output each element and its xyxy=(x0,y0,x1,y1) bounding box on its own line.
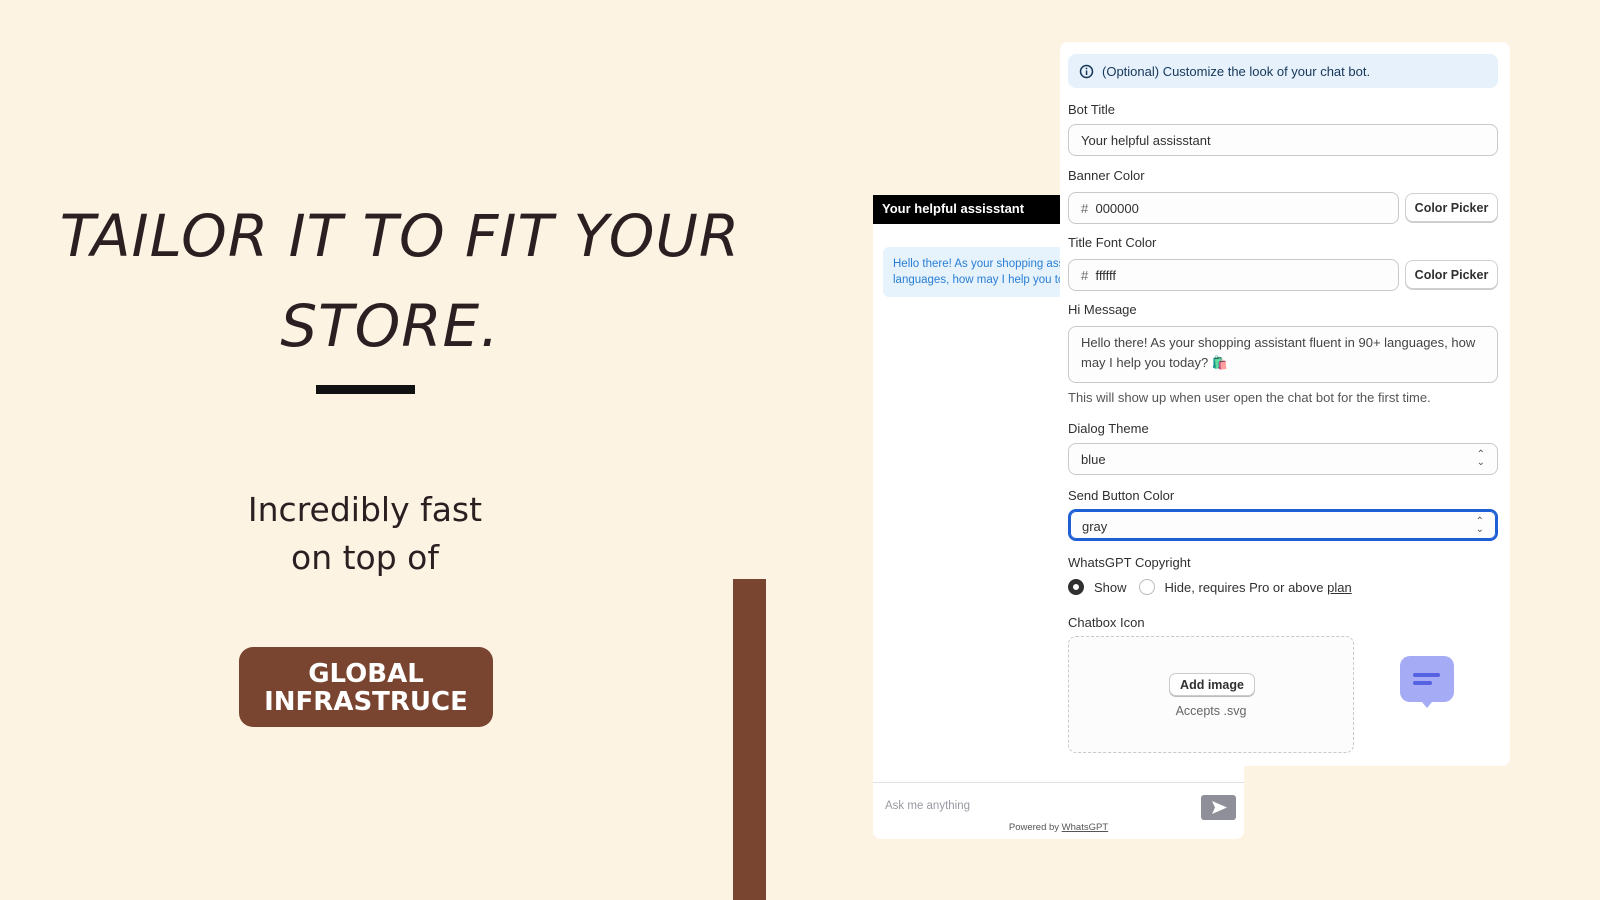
title-font-color-picker-button[interactable]: Color Picker xyxy=(1405,260,1498,289)
send-button[interactable] xyxy=(1201,795,1236,820)
radio-show[interactable] xyxy=(1068,579,1084,595)
dialog-theme-value: blue xyxy=(1081,452,1106,467)
subtitle-line2: on top of xyxy=(291,538,439,577)
chevron-updown-icon: ⌃ ⌄ xyxy=(1476,449,1485,468)
headline-line1: TAILOR IT TO FIT YOUR xyxy=(59,202,741,270)
title-font-color-label: Title Font Color xyxy=(1068,235,1157,250)
plan-link[interactable]: plan xyxy=(1327,580,1352,595)
powered-by-text: Powered by xyxy=(1008,822,1060,833)
decorative-bar xyxy=(733,579,766,900)
dialog-theme-label: Dialog Theme xyxy=(1068,421,1149,436)
chatbox-icon-label: Chatbox Icon xyxy=(1068,615,1145,630)
hash-prefix: # xyxy=(1081,201,1089,216)
hi-message-textarea[interactable]: Hello there! As your shopping assistant … xyxy=(1068,326,1498,383)
chat-input[interactable]: Ask me anything xyxy=(885,800,970,812)
chevron-updown-icon: ⌃ ⌄ xyxy=(1475,516,1484,535)
info-icon xyxy=(1079,64,1094,79)
send-button-color-value: gray xyxy=(1082,519,1108,534)
badge-line1: GLOBAL xyxy=(308,659,424,689)
badge-line2: INFRASTRUCE xyxy=(264,687,468,717)
icon-dropzone[interactable]: Add image Accepts .svg xyxy=(1068,636,1354,753)
headline-line2: STORE. xyxy=(280,292,500,360)
info-banner: (Optional) Customize the look of your ch… xyxy=(1068,54,1498,88)
copyright-label: WhatsGPT Copyright xyxy=(1068,555,1191,570)
radio-show-label[interactable]: Show xyxy=(1094,580,1127,595)
divider xyxy=(873,782,1244,783)
hi-message-label: Hi Message xyxy=(1068,302,1137,317)
hash-prefix: # xyxy=(1081,268,1089,283)
radio-hide[interactable] xyxy=(1138,579,1155,595)
accepts-text: Accepts .svg xyxy=(1175,704,1247,718)
powered-by: Powered by WhatsGPT xyxy=(873,822,1244,833)
send-icon xyxy=(1212,801,1227,814)
settings-panel: (Optional) Customize the look of your ch… xyxy=(1060,42,1510,766)
send-button-color-label: Send Button Color xyxy=(1068,488,1175,503)
copyright-radio-group: Show Hide, requires Pro or above plan xyxy=(1068,579,1352,595)
hi-message-help: This will show up when user open the cha… xyxy=(1068,390,1431,405)
title-font-color-value: ffffff xyxy=(1095,268,1116,283)
global-infrastructure-badge: GLOBAL INFRASTRUCE xyxy=(239,647,493,727)
subtitle-line1: Incredibly fast xyxy=(247,490,483,529)
title-font-color-input[interactable]: # ffffff xyxy=(1068,259,1399,291)
bot-title-label: Bot Title xyxy=(1068,102,1115,117)
dialog-theme-select[interactable]: blue ⌃ ⌄ xyxy=(1068,443,1498,475)
send-button-color-select[interactable]: gray ⌃ ⌄ xyxy=(1068,509,1498,541)
banner-color-picker-button[interactable]: Color Picker xyxy=(1405,193,1498,222)
banner-color-input[interactable]: # 000000 xyxy=(1068,192,1399,224)
underline-divider xyxy=(316,385,415,394)
chatbox-icon-preview xyxy=(1400,656,1454,708)
bot-title-input[interactable]: Your helpful assisstant xyxy=(1068,124,1498,156)
whatsgpt-link[interactable]: WhatsGPT xyxy=(1062,822,1108,833)
info-text: (Optional) Customize the look of your ch… xyxy=(1102,64,1371,79)
add-image-button[interactable]: Add image xyxy=(1169,673,1255,696)
radio-hide-label[interactable]: Hide, requires Pro or above xyxy=(1165,580,1324,595)
banner-color-value: 000000 xyxy=(1095,201,1139,216)
banner-color-label: Banner Color xyxy=(1068,168,1145,183)
